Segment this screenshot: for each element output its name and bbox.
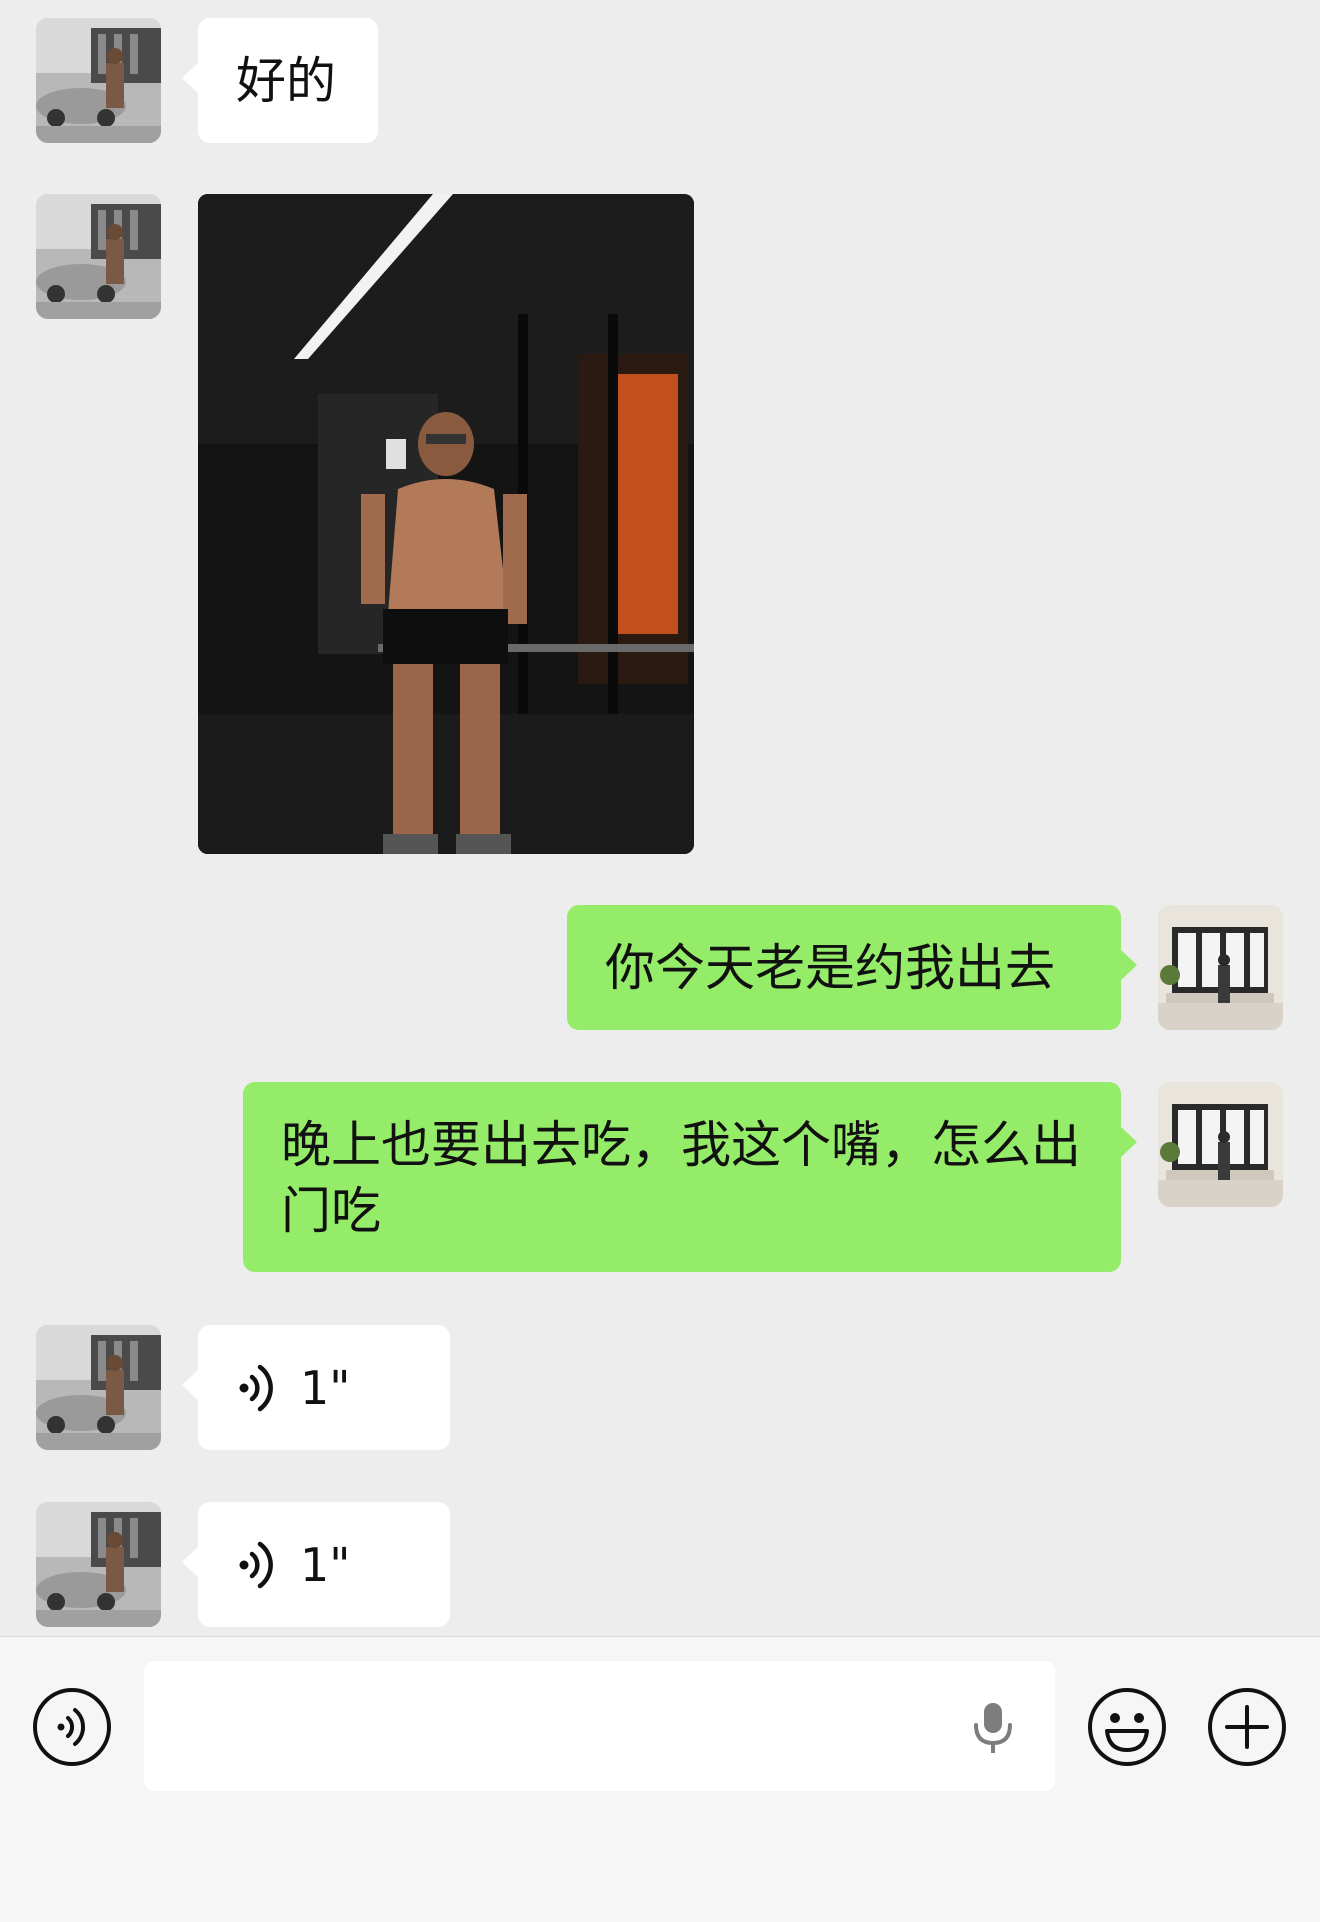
voice-wave-icon	[239, 1364, 273, 1411]
emoji-button[interactable]	[1087, 1687, 1167, 1767]
message-bubble-outgoing[interactable]: 你今天老是约我出去	[567, 905, 1137, 1030]
voice-wave-icon	[239, 1541, 273, 1588]
contact-avatar[interactable]	[36, 194, 161, 319]
microphone-icon[interactable]	[971, 1701, 1015, 1755]
user-avatar[interactable]	[1158, 905, 1283, 1030]
message-text: 晚上也要出去吃，我这个嘴，怎么出门吃	[281, 1116, 1081, 1240]
emoji-icon	[1088, 1688, 1166, 1766]
chat-area[interactable]: 好的 你今天老是约我出去 晚上也要出去吃，我这个嘴，怎么出门吃 1" 1"	[0, 0, 1320, 1636]
input-toolbar	[0, 1636, 1320, 1922]
message-text: 你今天老是约我出去	[605, 939, 1055, 997]
voice-message[interactable]: 1"	[182, 1325, 450, 1450]
voice-duration: 1"	[300, 1360, 351, 1415]
image-message[interactable]	[198, 194, 694, 854]
plus-icon	[1208, 1688, 1286, 1766]
voice-mode-button[interactable]	[32, 1687, 112, 1767]
message-bubble-incoming[interactable]: 好的	[182, 18, 378, 143]
message-text: 好的	[236, 52, 336, 110]
message-bubble-outgoing[interactable]: 晚上也要出去吃，我这个嘴，怎么出门吃	[243, 1082, 1137, 1272]
contact-avatar[interactable]	[36, 1502, 161, 1627]
voice-duration: 1"	[300, 1537, 351, 1592]
more-actions-button[interactable]	[1207, 1687, 1287, 1767]
voice-mode-icon	[33, 1688, 111, 1766]
contact-avatar[interactable]	[36, 1325, 161, 1450]
contact-avatar[interactable]	[36, 18, 161, 143]
voice-message[interactable]: 1"	[182, 1502, 450, 1627]
message-input[interactable]	[144, 1661, 1055, 1791]
user-avatar[interactable]	[1158, 1082, 1283, 1207]
